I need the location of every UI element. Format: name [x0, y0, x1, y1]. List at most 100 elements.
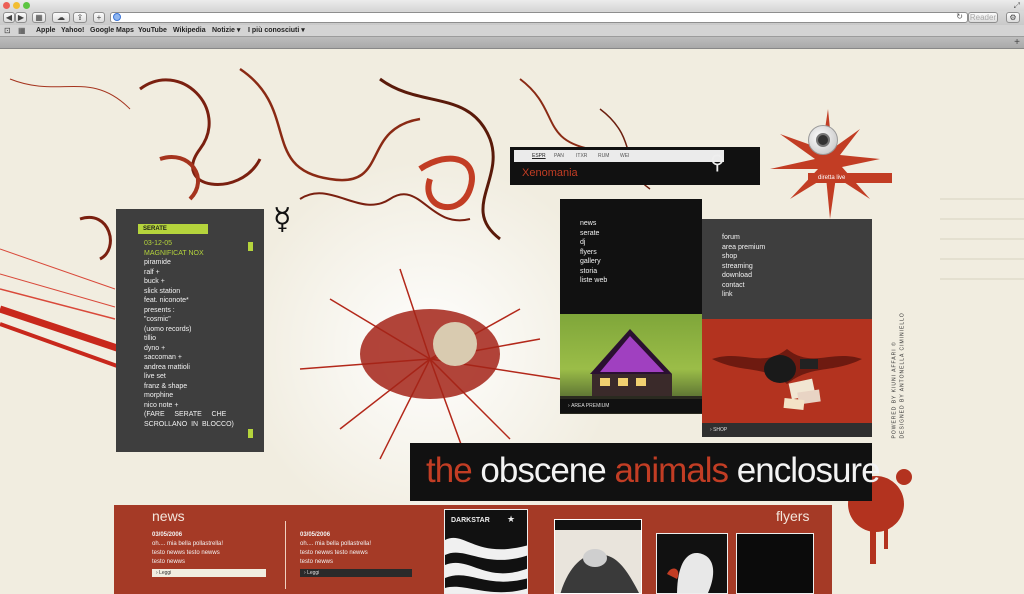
menu-item-shop[interactable]: shop — [722, 252, 765, 262]
serate-item: nico note + — [144, 401, 179, 409]
webcam-icon[interactable] — [806, 125, 840, 163]
menu-item-contact[interactable]: contact — [722, 281, 765, 291]
main-menu-panel: news serate dj flyers gallery storia lis… — [560, 199, 702, 314]
serate-item: tillio — [144, 335, 157, 342]
serate-item: SCROLLANO IN BLOCCO) — [144, 420, 234, 428]
menu-item-news[interactable]: news — [580, 219, 607, 229]
close-window-button[interactable] — [3, 2, 10, 9]
flyer-thumbnail[interactable] — [554, 519, 642, 594]
sidebar-icon[interactable]: ▦ — [32, 12, 46, 23]
minimize-window-button[interactable] — [13, 2, 20, 9]
flyer-label: DARKSTAR — [451, 517, 490, 524]
menu-item-serate[interactable]: serate — [580, 229, 607, 239]
lang-option[interactable]: ESPR — [532, 152, 546, 160]
shop-image[interactable] — [702, 319, 872, 423]
site-title-banner: the obscene animals enclosure — [410, 443, 881, 501]
address-bar[interactable]: ↻ — [110, 12, 968, 23]
icloud-icon[interactable]: ☁ — [52, 12, 70, 23]
menu-item-download[interactable]: download — [722, 271, 765, 281]
menu-item-gallery[interactable]: gallery — [580, 257, 607, 267]
reading-list-icon[interactable]: ⊡ — [4, 26, 11, 36]
flyer-thumbnail[interactable] — [656, 533, 728, 594]
xenomania-label[interactable]: Xenomania — [522, 167, 578, 180]
share-icon[interactable]: ⇪ — [73, 12, 87, 23]
settings-gear-icon[interactable]: ⚙ — [1006, 12, 1020, 23]
menu-item-area-premium[interactable]: area premium — [722, 243, 765, 253]
menu-item-storia[interactable]: storia — [580, 267, 607, 277]
browser-titlebar: ⤢ — [0, 0, 1024, 11]
menu-item-flyers[interactable]: flyers — [580, 248, 607, 258]
credit-designed-by: DESIGNED BY ANTONELLA CIMINIELLO — [899, 312, 906, 439]
browser-toolbar: ◀ ▶ ▦ ☁ ⇪ + ↻ Reader ⚙ — [0, 11, 1024, 25]
serate-scrollbar-bottom[interactable] — [248, 429, 253, 438]
bookmark-google-maps[interactable]: Google Maps — [90, 26, 134, 36]
top-sites-icon[interactable]: ▦ — [18, 26, 26, 36]
bookmark-wikipedia[interactable]: Wikipedia — [173, 26, 206, 36]
shop-link[interactable]: › SHOP — [702, 423, 872, 437]
lang-option[interactable]: PAN — [554, 152, 564, 160]
symbol-icon: ⚲ — [710, 152, 725, 174]
bookmark-most-visited[interactable]: I più conosciuti ▾ — [248, 26, 305, 36]
flyer-thumbnail[interactable] — [736, 533, 814, 594]
news-text: testo newws testo newws — [152, 550, 220, 556]
area-premium-link[interactable]: › AREA PREMIUM — [560, 399, 702, 413]
bookmark-notizie[interactable]: Notizie ▾ — [212, 26, 240, 36]
forward-button[interactable]: ▶ — [15, 12, 27, 23]
menu-item-dj[interactable]: dj — [580, 238, 607, 248]
serate-scrollbar-top[interactable] — [248, 242, 253, 251]
title-the: the — [426, 451, 473, 490]
bookmarks-bar: ⊡ ▦ Apple Yahoo! Google Maps YouTube Wik… — [0, 25, 1024, 37]
lang-option[interactable]: WEI — [620, 152, 629, 160]
menu-item-liste-web[interactable]: liste web — [580, 276, 607, 286]
read-more-label: Leggi — [159, 570, 172, 576]
lang-option[interactable]: ITXR — [576, 152, 587, 160]
title-obscene: obscene — [480, 451, 606, 490]
news-text: testo newws — [152, 559, 186, 565]
news-flyers-panel: news flyers 03/05/2006 oh.... mia bella … — [114, 505, 832, 594]
site-title: the obscene animals enclosure — [426, 448, 881, 494]
serate-item: ralf + — [144, 268, 160, 276]
shop-label: SHOP — [713, 427, 728, 433]
serate-item: franz & shape — [144, 382, 188, 390]
alchemy-symbol-icon: ☿ — [273, 202, 292, 237]
news-text: oh.... mia bella pollastrella! — [152, 541, 224, 547]
diretta-live-label[interactable]: diretta live — [808, 173, 892, 183]
news-read-more-link[interactable]: › Leggi — [300, 569, 412, 577]
serate-panel: SERATE 03-12-05 MAGNIFICAT NOX piramide … — [116, 209, 264, 452]
serate-header[interactable]: SERATE — [138, 224, 208, 234]
bookmark-youtube[interactable]: YouTube — [138, 26, 167, 36]
back-button[interactable]: ◀ — [3, 12, 15, 23]
news-text: testo newws testo newws — [300, 550, 368, 556]
flyer-thumbnail[interactable]: DARKSTAR ★ — [444, 509, 528, 594]
news-text: oh.... mia bella pollastrella! — [300, 541, 372, 547]
bookmark-apple[interactable]: Apple — [36, 26, 55, 36]
read-more-label: Leggi — [307, 570, 320, 576]
title-animals: animals — [614, 451, 729, 490]
news-item: 03/05/2006 oh.... mia bella pollastrella… — [152, 531, 282, 577]
bookmark-yahoo[interactable]: Yahoo! — [61, 26, 84, 36]
lang-option[interactable]: RUM — [598, 152, 609, 160]
star-icon: ★ — [507, 514, 516, 524]
news-text: testo newws — [300, 559, 334, 565]
menu-item-forum[interactable]: forum — [722, 233, 765, 243]
menu-item-streaming[interactable]: streaming — [722, 262, 765, 272]
reload-icon[interactable]: ↻ — [956, 12, 963, 21]
serate-item: (FARE SERATE CHE — [144, 411, 227, 418]
serate-date: 03-12-05 — [144, 240, 173, 247]
zoom-window-button[interactable] — [23, 2, 30, 9]
news-item: 03/05/2006 oh.... mia bella pollastrella… — [300, 531, 430, 577]
serate-item: buck + — [144, 278, 165, 285]
news-divider — [285, 521, 286, 589]
new-tab-button[interactable]: + — [1014, 37, 1020, 48]
menu-item-link[interactable]: link — [722, 290, 765, 300]
add-icon[interactable]: + — [93, 12, 105, 23]
title-enclosure: enclosure — [736, 451, 881, 490]
flyers-title: flyers — [776, 508, 810, 524]
serate-highlight[interactable]: MAGNIFICAT NOX — [144, 249, 248, 259]
serate-list: 03-12-05 MAGNIFICAT NOX piramide ralf + … — [144, 239, 248, 429]
news-read-more-link[interactable]: › Leggi — [152, 569, 266, 577]
fullscreen-icon[interactable]: ⤢ — [1014, 1, 1020, 10]
tab-bar: + — [0, 37, 1024, 49]
merchandise-image — [712, 349, 862, 411]
reader-button[interactable]: Reader — [968, 12, 998, 23]
